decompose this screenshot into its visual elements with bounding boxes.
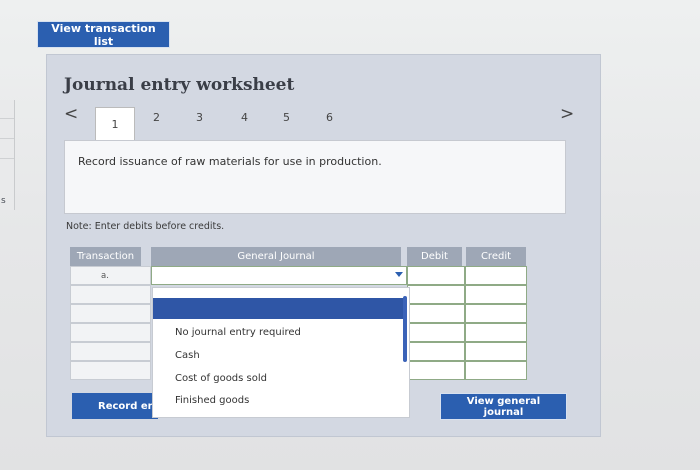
edge-row [0,118,14,119]
credit-input[interactable] [465,285,527,304]
credit-input[interactable] [465,266,527,285]
col-header-credit: Credit [466,247,526,266]
transaction-cell [70,342,151,361]
worksheet-title: Journal entry worksheet [64,75,295,95]
debit-input[interactable] [407,266,465,285]
page-tab-6[interactable]: 6 [326,111,333,124]
chevron-down-icon[interactable] [395,272,403,277]
left-window-edge [0,100,15,210]
dropdown-option-highlighted[interactable] [153,298,404,319]
prev-page-icon[interactable]: < [64,104,78,124]
left-edge-letter: s [1,196,6,206]
page-tab-3[interactable]: 3 [196,111,203,124]
credit-input[interactable] [465,342,527,361]
credit-input[interactable] [465,361,527,380]
col-header-debit: Debit [407,247,462,266]
debit-input[interactable] [407,323,465,342]
transaction-cell [70,323,151,342]
transaction-label: a. [101,271,109,281]
view-transaction-list-button[interactable]: View transaction list [37,21,170,48]
credit-input[interactable] [465,304,527,323]
account-dropdown-menu[interactable]: No journal entry required Cash Cost of g… [152,287,410,418]
col-header-transaction: Transaction [70,247,141,266]
dropdown-option[interactable]: Finished goods [175,395,249,406]
transaction-description-box: Record issuance of raw materials for use… [64,140,566,214]
page-tab-2[interactable]: 2 [153,111,160,124]
credit-input[interactable] [465,323,527,342]
transaction-cell [70,304,151,323]
transaction-cell [70,361,151,380]
dropdown-option[interactable]: Cash [175,350,200,361]
page-tab-1[interactable]: 1 [95,107,135,141]
debit-input[interactable] [407,285,465,304]
edge-row [0,158,14,159]
dropdown-option[interactable]: No journal entry required [175,327,301,338]
page-tab-4[interactable]: 4 [241,111,248,124]
debit-input[interactable] [407,342,465,361]
edge-row [0,138,14,139]
transaction-description: Record issuance of raw materials for use… [78,155,382,168]
transaction-cell: a. [70,266,151,285]
general-journal-select[interactable] [151,266,407,285]
transaction-cell [70,285,151,304]
next-page-icon[interactable]: > [560,104,574,124]
page-tab-5[interactable]: 5 [283,111,290,124]
record-entry-button[interactable]: Record entry [72,393,158,419]
dropdown-scrollbar[interactable] [403,296,407,362]
debit-input[interactable] [407,304,465,323]
view-general-journal-button[interactable]: View general journal [440,393,567,420]
dropdown-option[interactable]: Cost of goods sold [175,373,267,384]
col-header-general-journal: General Journal [151,247,401,266]
debit-input[interactable] [407,361,465,380]
debit-credit-note: Note: Enter debits before credits. [66,221,225,232]
